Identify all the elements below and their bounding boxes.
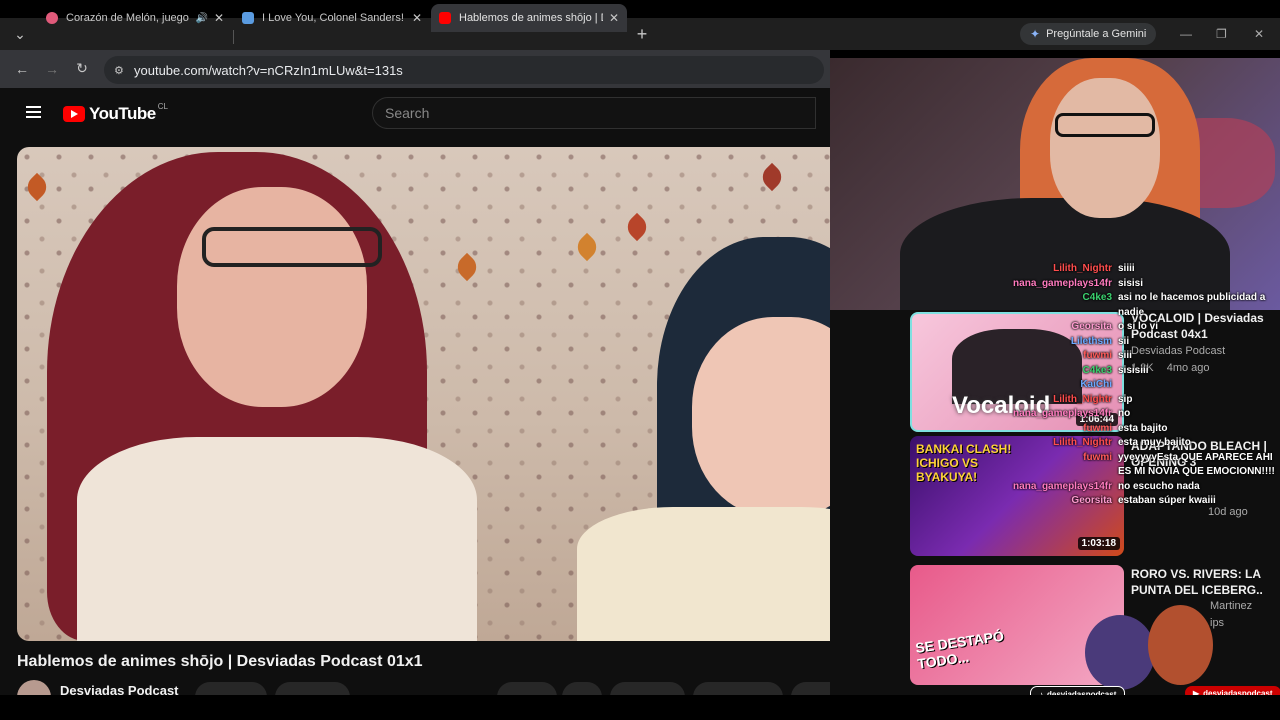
youtube-wordmark: YouTube	[89, 104, 156, 123]
chat-text: yyeyyyyEsta QUE APARECE AHI	[1118, 451, 1273, 463]
chat-message: C4ke3 sisisiii	[1000, 364, 1270, 379]
chat-message: nana_gameplays14fr sisisi	[1000, 277, 1270, 292]
chat-username: Lilith_Nightr	[1053, 437, 1112, 448]
hamburger-menu-icon[interactable]	[26, 106, 41, 118]
tab-title: I Love You, Colonel Sanders! A	[262, 12, 406, 24]
tab-search-dropdown-icon[interactable]: ⌄	[10, 26, 30, 43]
chat-message: nana_gameplays14fr no escucho nada	[1000, 480, 1270, 495]
chat-text: sii	[1118, 335, 1130, 347]
chibi-mascot-right	[1148, 605, 1213, 685]
chat-text: siiii	[1118, 263, 1135, 274]
chat-text: no	[1118, 408, 1131, 419]
close-window-icon[interactable]: ✕	[1254, 27, 1264, 41]
url-bar[interactable]: ⚙ youtube.com/watch?v=nCRzIn1mLUw&t=131s	[104, 56, 824, 84]
chat-text: estaban súper kwaiii	[1118, 495, 1216, 506]
chat-text: sisisiii	[1118, 364, 1149, 376]
chat-text: siii	[1118, 350, 1132, 361]
chat-text: nadie	[1118, 306, 1145, 318]
chat-message: fuwmi esta bajito	[1000, 422, 1270, 437]
video-player[interactable]	[17, 147, 897, 641]
chat-text: esta bajito	[1118, 422, 1168, 434]
chat-username: Georsita	[1071, 321, 1112, 332]
reload-icon[interactable]: ↻	[72, 60, 92, 77]
chat-username: nana_gameplays14fr	[1013, 277, 1112, 289]
chat-text: sip	[1118, 393, 1133, 405]
stream-chat-overlay: Lilith_Nightr siiii nana_gameplays14fr sisi…	[1000, 262, 1275, 542]
chat-username: nana_gameplays14fr	[1013, 408, 1112, 419]
chat-text: esta muy bajito	[1118, 437, 1191, 448]
chat-username: C4ke3	[1082, 364, 1112, 376]
chat-username: fuwmi	[1083, 422, 1112, 434]
chat-message: ES MI NOVIA QUE EMOCIONN!!!!	[1000, 465, 1275, 480]
tab-hablemos-de-animes[interactable]: Hablemos de animes shōjo | De ✕	[431, 4, 627, 32]
chat-username: Georsita	[1071, 495, 1112, 506]
tab-separator	[233, 30, 234, 44]
webcam-face	[1050, 78, 1160, 218]
host-left-body	[77, 437, 477, 641]
chat-message: KaiChi	[1000, 378, 1270, 393]
chat-message: Lilith_Nightr esta muy bajito	[1000, 436, 1270, 451]
search-input[interactable]: Search	[372, 97, 816, 129]
chat-text: asi no le hacemos publicidad a	[1118, 292, 1266, 303]
youtube-play-icon	[63, 106, 85, 122]
tab-title: Corazón de Melón, juego d	[66, 12, 190, 24]
chat-message: C4ke3 asi no le hacemos publicidad a	[1000, 291, 1270, 306]
chat-message: Lilith_Nightr siiii	[1000, 262, 1270, 277]
chat-message: fuwmi yyeyyyyEsta QUE APARECE AHI	[1000, 451, 1273, 466]
close-tab-icon[interactable]: ✕	[609, 11, 619, 25]
new-tab-button[interactable]: +	[632, 24, 652, 45]
favicon	[46, 12, 58, 24]
restore-icon[interactable]: ❐	[1216, 27, 1227, 41]
url-text: youtube.com/watch?v=nCRzIn1mLUw&t=131s	[134, 62, 403, 78]
webcam-glasses	[1055, 113, 1155, 137]
youtube-logo[interactable]: YouTube CL	[63, 101, 168, 124]
chat-text: ES MI NOVIA QUE EMOCIONN!!!!	[1118, 466, 1275, 477]
steam-favicon	[242, 12, 254, 24]
chat-message: Georsita estaban súper kwaiii	[1000, 494, 1270, 509]
site-info-icon[interactable]: ⚙	[114, 64, 124, 77]
chibi-mascot-left	[1085, 615, 1155, 690]
chat-username: KaiChi	[1080, 379, 1112, 390]
close-tab-icon[interactable]: ✕	[214, 11, 224, 25]
chat-text: sisisi	[1118, 277, 1144, 289]
tab-title: Hablemos de animes shōjo | De	[459, 12, 603, 24]
chat-message: nana_gameplays14fr no	[1000, 407, 1270, 422]
recommendation-meta: ips	[1210, 617, 1225, 629]
recommendation-channel: Martinez	[1210, 600, 1253, 612]
gemini-label: Pregúntale a Gemini	[1046, 28, 1147, 40]
chat-message: Lilethsm sii	[1000, 335, 1270, 350]
gemini-star-icon: ✦	[1030, 27, 1041, 41]
video-title: Hablemos de animes shōjo | Desviadas Pod…	[17, 653, 423, 670]
chat-message: Georsita o si lo vi	[1000, 320, 1270, 335]
search-placeholder: Search	[385, 105, 430, 121]
chat-message: Lilith_Nightr sip	[1000, 393, 1270, 408]
chat-username: Lilith_Nightr	[1053, 263, 1112, 274]
chat-username: Lilethsm	[1070, 335, 1112, 347]
chat-text: o si lo vi	[1118, 321, 1159, 332]
chat-username: nana_gameplays14fr	[1013, 480, 1112, 492]
chat-username: fuwmi	[1083, 451, 1112, 463]
close-tab-icon[interactable]: ✕	[412, 11, 422, 25]
recommendation-title[interactable]: RORO VS. RIVERS: LA PUNTA DEL ICEBERG..	[1131, 566, 1271, 598]
region-code: CL	[157, 101, 168, 111]
minimize-icon[interactable]: —	[1180, 27, 1192, 41]
bottom-black-bar	[0, 695, 1280, 720]
chat-username: fuwmi	[1083, 350, 1112, 361]
host-left-face	[177, 187, 367, 407]
chat-username: C4ke3	[1082, 292, 1112, 303]
forward-arrow-icon[interactable]: →	[42, 61, 62, 77]
chat-message: nadie	[1000, 306, 1270, 321]
back-arrow-icon[interactable]: ←	[12, 61, 32, 77]
chat-username: Lilith_Nightr	[1053, 393, 1112, 405]
thumb-text: SE DESTAPÓ TODO...	[914, 627, 1005, 672]
tab-corazon-de-melon[interactable]: Corazón de Melón, juego d 🔊 ✕	[38, 4, 232, 32]
tab-colonel-sanders[interactable]: I Love You, Colonel Sanders! A ✕	[234, 4, 430, 32]
glasses	[202, 227, 382, 267]
chat-text: no escucho nada	[1118, 480, 1200, 492]
gemini-button[interactable]: ✦ Pregúntale a Gemini	[1020, 23, 1157, 45]
youtube-favicon	[439, 12, 451, 24]
speaker-icon[interactable]: 🔊	[195, 13, 207, 24]
chat-message: fuwmi siii	[1000, 349, 1270, 364]
